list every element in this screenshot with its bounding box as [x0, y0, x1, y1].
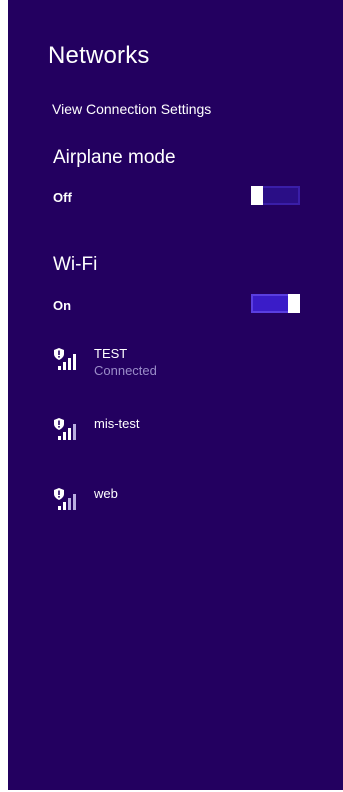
network-item-web[interactable]: web	[53, 486, 303, 526]
network-name: mis-test	[94, 416, 140, 431]
pane-title: Networks	[48, 42, 150, 69]
secured-wifi-signal-icon	[54, 418, 76, 440]
airplane-mode-toggle[interactable]	[251, 186, 300, 205]
toggle-knob	[288, 294, 300, 313]
wifi-state-label: On	[53, 298, 72, 313]
wifi-heading: Wi-Fi	[53, 254, 98, 275]
secured-wifi-signal-icon	[54, 348, 76, 370]
view-connection-settings-link[interactable]: View Connection Settings	[52, 101, 211, 117]
network-status: Connected	[94, 363, 157, 378]
airplane-mode-state-label: Off	[53, 190, 72, 205]
network-name: web	[94, 486, 118, 501]
airplane-mode-heading: Airplane mode	[53, 147, 176, 168]
secured-wifi-signal-icon	[54, 488, 76, 510]
network-item-mis-test[interactable]: mis-test	[53, 416, 303, 456]
networks-pane: Networks View Connection Settings Airpla…	[8, 0, 343, 790]
network-item-test[interactable]: TEST Connected	[53, 346, 303, 386]
toggle-knob	[251, 186, 263, 205]
network-name: TEST	[94, 346, 128, 361]
wifi-toggle[interactable]	[251, 294, 300, 313]
